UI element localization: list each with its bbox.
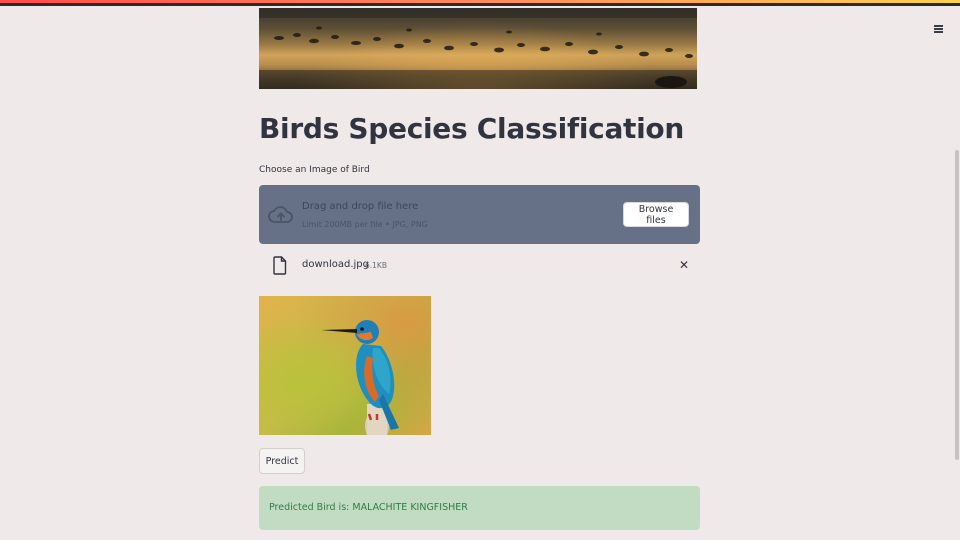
predict-button[interactable]: Predict [259,448,305,474]
remove-file-button[interactable]: ✕ [677,258,691,272]
page-title: Birds Species Classification [259,112,684,145]
cloud-upload-icon [268,206,293,223]
banner-image [259,8,697,89]
prediction-result-alert: Predicted Bird is: MALACHITE KINGFISHER [259,486,700,530]
file-name: download.jpg [302,259,370,270]
prediction-result-text: Predicted Bird is: MALACHITE KINGFISHER [269,502,468,513]
uploaded-bird-image [259,296,431,435]
dropzone-limit-text: Limit 200MB per file • JPG, PNG [302,220,428,229]
upload-label: Choose an Image of Bird [259,165,370,175]
uploaded-file-row: download.jpg 6.1KB ✕ [259,252,700,280]
file-size: 6.1KB [365,261,387,270]
file-dropzone[interactable]: Drag and drop file here Limit 200MB per … [259,185,700,244]
main-menu-button[interactable] [928,20,948,38]
file-icon [273,256,287,275]
close-icon: ✕ [678,258,690,272]
dropzone-title: Drag and drop file here [302,201,419,212]
hamburger-menu-icon [933,25,943,33]
page-scrollbar[interactable] [955,150,959,460]
top-decoration-bar [0,0,960,6]
browse-files-button[interactable]: Browse files [623,202,689,227]
